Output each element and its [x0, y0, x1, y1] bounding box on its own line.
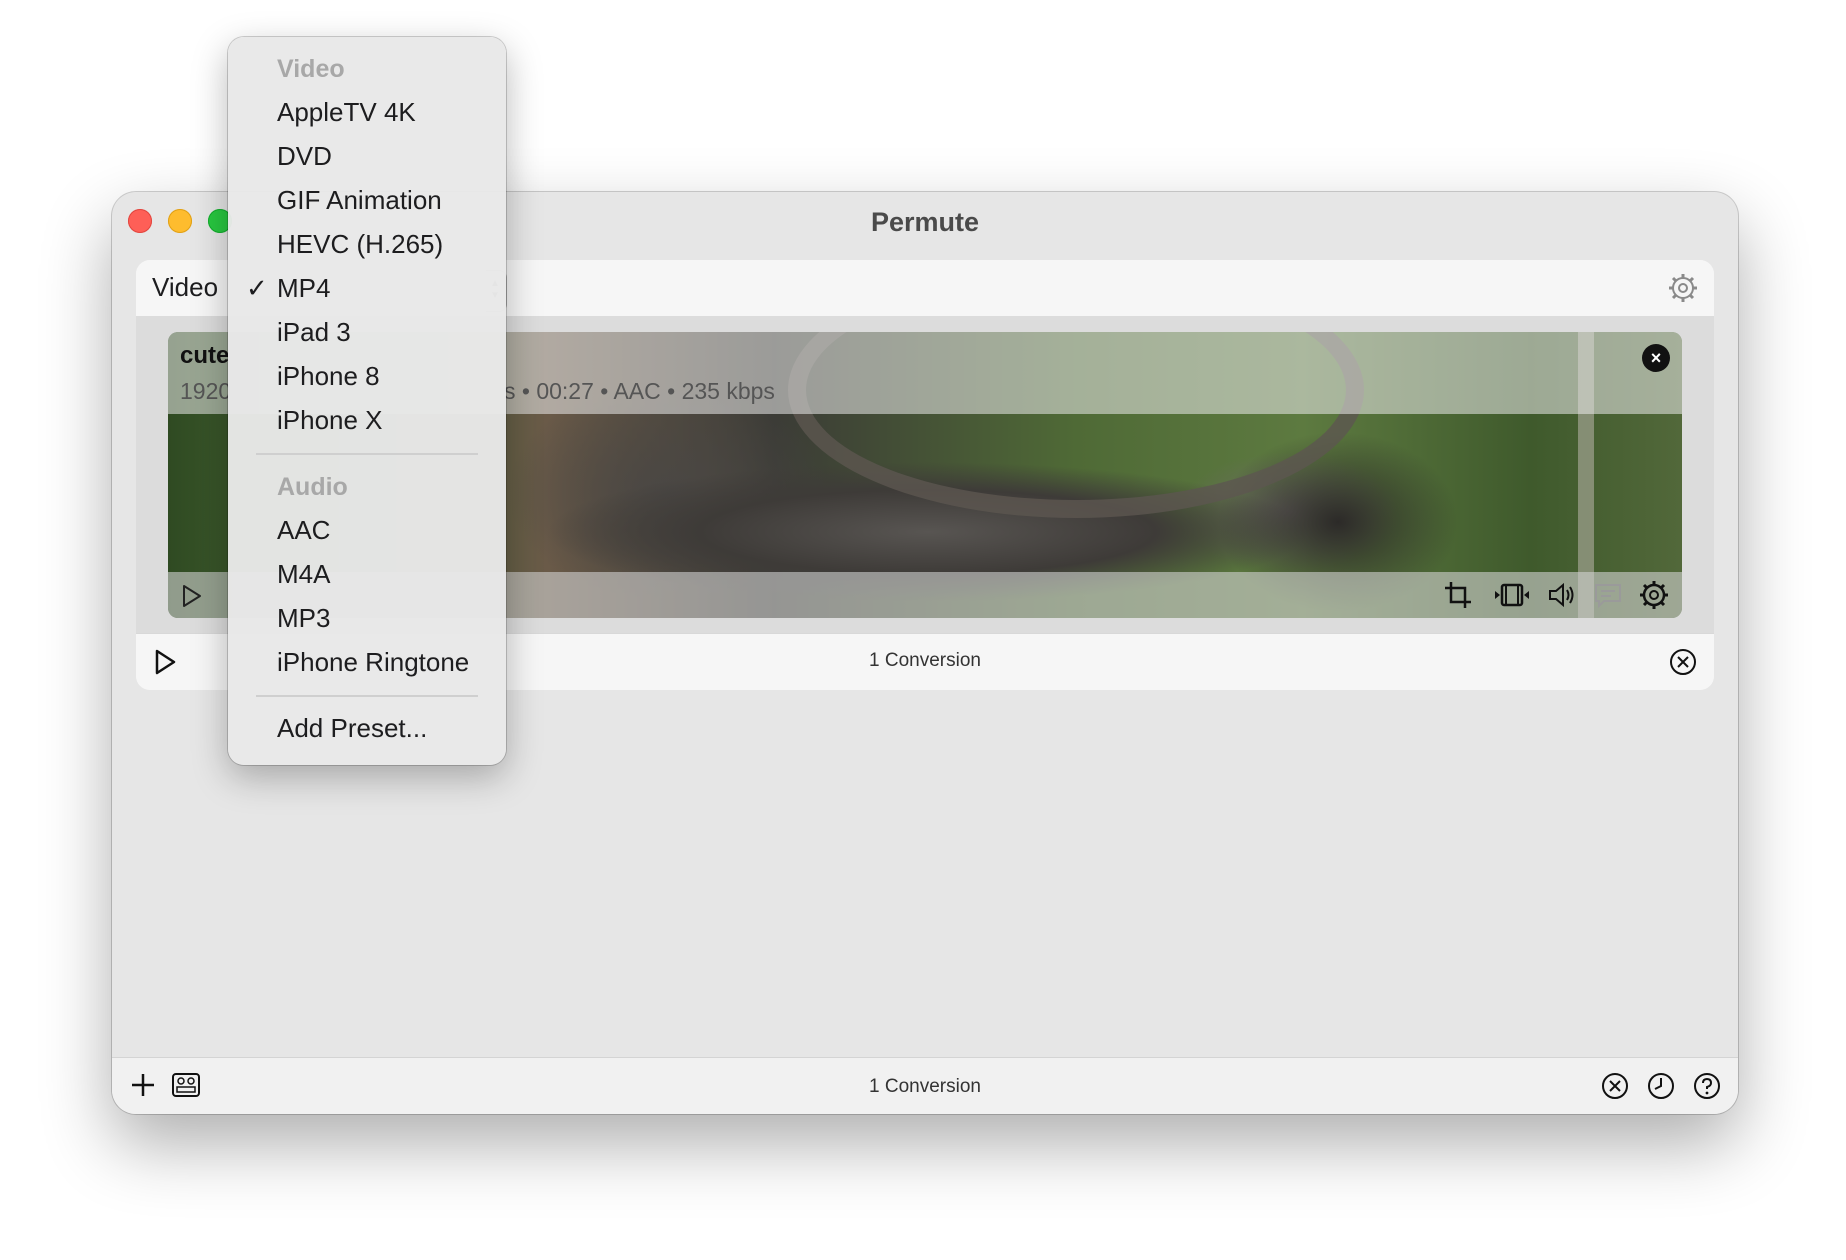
- menu-item-mp3[interactable]: MP3: [277, 603, 330, 634]
- cancel-circle-icon[interactable]: [1668, 647, 1698, 677]
- checkmark-icon: ✓: [246, 273, 268, 303]
- menu-separator: [256, 695, 478, 697]
- menu-item-iphone-ringtone[interactable]: iPhone Ringtone: [277, 647, 469, 678]
- menu-item-mp4[interactable]: MP4: [277, 273, 330, 304]
- file-meta-right: s • 00:27 • AAC • 235 kbps: [504, 378, 775, 404]
- bottom-bar: 1 Conversion: [112, 1057, 1738, 1114]
- preset-category-label[interactable]: Video: [152, 272, 218, 303]
- menu-item-hevc[interactable]: HEVC (H.265): [277, 229, 443, 260]
- history-clock-icon[interactable]: [1646, 1071, 1676, 1101]
- preset-dropdown-menu: Video AppleTV 4K DVD GIF Animation HEVC …: [228, 37, 506, 765]
- total-conversion-count: 1 Conversion: [869, 1076, 981, 1097]
- cancel-all-icon[interactable]: [1600, 1071, 1630, 1101]
- volume-icon[interactable]: [1546, 579, 1578, 611]
- remove-item-button[interactable]: ×: [1642, 344, 1670, 372]
- menu-item-gif-animation[interactable]: GIF Animation: [277, 185, 442, 216]
- trim-video-icon[interactable]: [1488, 579, 1532, 611]
- menu-section-audio: Audio: [277, 473, 348, 501]
- play-icon[interactable]: [178, 583, 204, 609]
- menu-item-appletv-4k[interactable]: AppleTV 4K: [277, 97, 416, 128]
- item-settings-icon[interactable]: [1638, 579, 1670, 611]
- menu-section-video: Video: [277, 55, 345, 83]
- settings-gear-icon[interactable]: [1668, 273, 1698, 303]
- file-name: cute: [180, 342, 230, 369]
- menu-item-m4a[interactable]: M4A: [277, 559, 330, 590]
- subtitles-icon[interactable]: [1592, 579, 1624, 611]
- menu-item-aac[interactable]: AAC: [277, 515, 330, 546]
- menu-item-dvd[interactable]: DVD: [277, 141, 332, 172]
- crop-icon[interactable]: [1442, 579, 1474, 611]
- menu-item-add-preset[interactable]: Add Preset...: [277, 713, 427, 744]
- menu-separator: [256, 453, 478, 455]
- file-meta-left: 1920: [180, 378, 232, 404]
- item-tools: [1442, 578, 1670, 612]
- menu-item-ipad-3[interactable]: iPad 3: [277, 317, 351, 348]
- menu-item-iphone-x[interactable]: iPhone X: [277, 405, 383, 436]
- help-icon[interactable]: [1692, 1071, 1722, 1101]
- menu-item-iphone-8[interactable]: iPhone 8: [277, 361, 380, 392]
